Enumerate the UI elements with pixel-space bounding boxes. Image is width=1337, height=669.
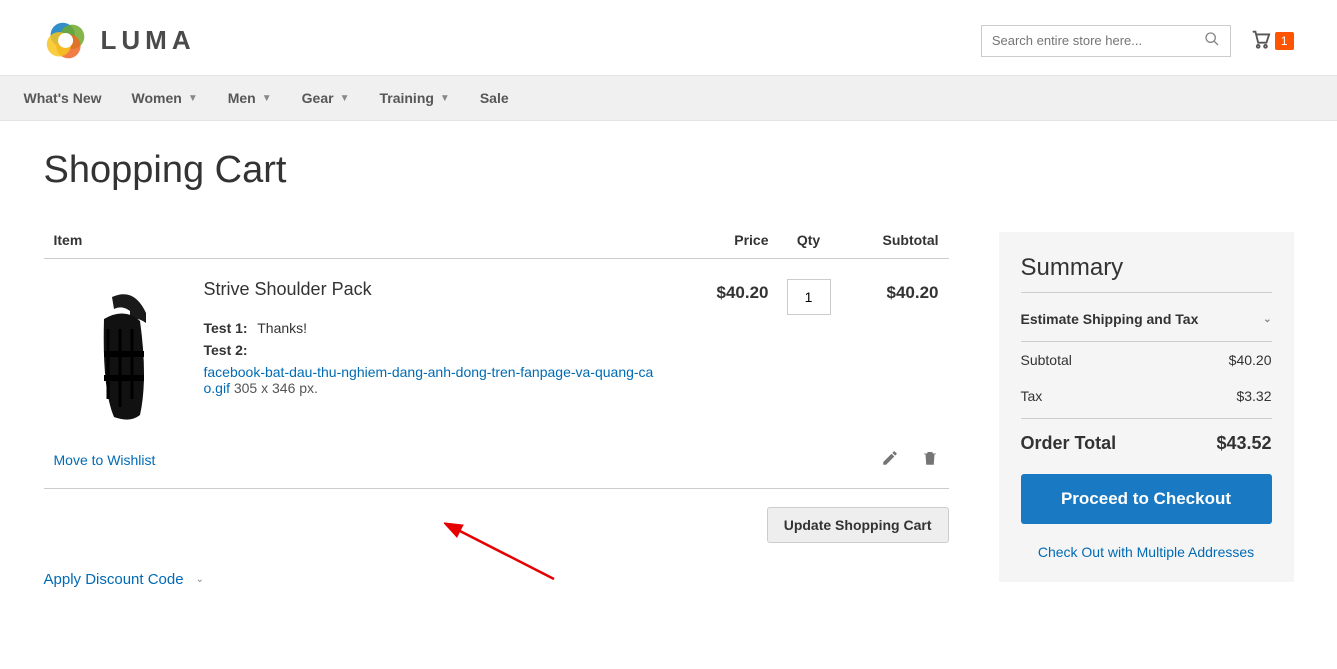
multiple-addresses-link[interactable]: Check Out with Multiple Addresses (1021, 544, 1272, 560)
nav-training[interactable]: Training ▼ (379, 76, 449, 120)
search-input[interactable] (992, 33, 1204, 48)
logo-icon (44, 18, 89, 63)
proceed-to-checkout-button[interactable]: Proceed to Checkout (1021, 474, 1272, 524)
minicart[interactable]: 1 (1249, 28, 1294, 53)
product-name[interactable]: Strive Shoulder Pack (204, 279, 659, 300)
product-image[interactable] (44, 279, 204, 429)
col-header-subtotal: Subtotal (849, 232, 949, 248)
nav-sale[interactable]: Sale (480, 76, 509, 120)
qty-input[interactable] (787, 279, 831, 315)
order-total-value: $43.52 (1216, 433, 1271, 454)
col-header-price: Price (679, 232, 769, 248)
chevron-down-icon: ▼ (262, 93, 272, 104)
cart-item-row: Strive Shoulder Pack Test 1: Thanks! Tes… (44, 259, 949, 439)
page-title: Shopping Cart (44, 149, 1294, 192)
nav-men[interactable]: Men ▼ (228, 76, 272, 120)
nav-whats-new[interactable]: What's New (24, 76, 102, 120)
order-total-label: Order Total (1021, 433, 1117, 454)
apply-discount-toggle[interactable]: Apply Discount Code ⌄ (44, 571, 949, 588)
chevron-down-icon: ⌄ (196, 574, 204, 585)
search-icon[interactable] (1204, 31, 1220, 50)
chevron-down-icon: ▼ (440, 93, 450, 104)
search-box[interactable] (981, 25, 1231, 57)
summary-subtotal-label: Subtotal (1021, 352, 1072, 368)
item-price: $40.20 (679, 279, 769, 429)
nav-gear[interactable]: Gear ▼ (302, 76, 350, 120)
remove-item-icon[interactable] (921, 449, 939, 470)
nav-women[interactable]: Women ▼ (132, 76, 198, 120)
move-to-wishlist-link[interactable]: Move to Wishlist (54, 452, 156, 468)
option-2-file-dimensions: 305 x 346 px. (230, 380, 318, 396)
cart-icon (1249, 28, 1271, 53)
option-1-label: Test 1: (204, 320, 248, 336)
nav-label: Gear (302, 90, 334, 106)
logo-text: LUMA (101, 25, 196, 56)
estimate-shipping-toggle[interactable]: Estimate Shipping and Tax ⌄ (1021, 297, 1272, 342)
edit-item-icon[interactable] (881, 449, 899, 470)
store-logo[interactable]: LUMA (44, 18, 196, 63)
summary-panel: Summary Estimate Shipping and Tax ⌄ Subt… (999, 232, 1294, 582)
summary-subtotal-value: $40.20 (1229, 352, 1272, 368)
nav-label: Women (132, 90, 182, 106)
summary-tax-value: $3.32 (1236, 388, 1271, 404)
item-subtotal: $40.20 (849, 279, 949, 429)
chevron-down-icon: ⌄ (1263, 314, 1271, 325)
update-cart-button[interactable]: Update Shopping Cart (767, 507, 949, 543)
cart-count-badge: 1 (1275, 32, 1294, 50)
col-header-item: Item (44, 232, 679, 248)
chevron-down-icon: ▼ (188, 93, 198, 104)
option-2-label: Test 2: (204, 342, 248, 358)
nav-label: What's New (24, 90, 102, 106)
chevron-down-icon: ▼ (340, 93, 350, 104)
option-1-value: Thanks! (257, 320, 307, 336)
col-header-qty: Qty (769, 232, 849, 248)
nav-label: Sale (480, 90, 509, 106)
nav-label: Training (379, 90, 433, 106)
nav-label: Men (228, 90, 256, 106)
estimate-label: Estimate Shipping and Tax (1021, 311, 1199, 327)
summary-tax-label: Tax (1021, 388, 1043, 404)
summary-title: Summary (1021, 254, 1272, 293)
discount-toggle-label: Apply Discount Code (44, 571, 184, 588)
